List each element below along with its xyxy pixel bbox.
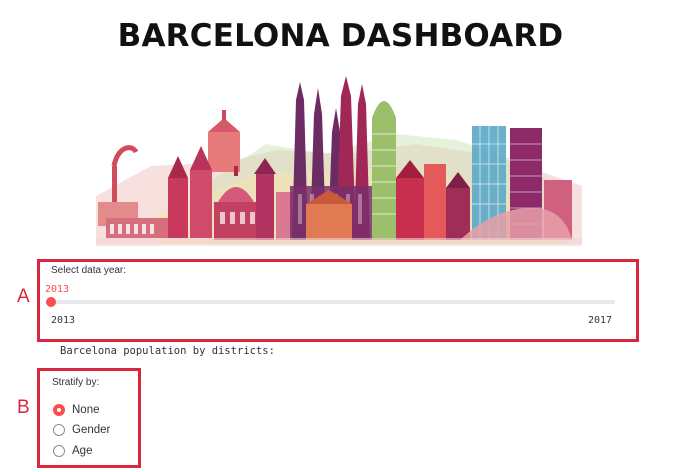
radio-option-label: Gender (72, 424, 111, 436)
slider-max-label: 2017 (588, 315, 613, 326)
page-title: BARCELONA DASHBOARD (117, 18, 564, 54)
barcelona-skyline-illustration (96, 76, 582, 246)
radio-option-label: None (72, 404, 100, 416)
stratify-label: Stratify by: (52, 377, 100, 388)
radio-button[interactable] (53, 404, 65, 416)
slider-min-label: 2013 (51, 315, 76, 326)
annotation-label-b: B (17, 397, 30, 418)
radio-button[interactable] (53, 445, 65, 457)
radio-option-label: Age (72, 445, 93, 457)
radio-option-age[interactable]: Age (53, 445, 92, 457)
population-heading: Barcelona population by districts: (60, 345, 275, 357)
year-slider[interactable] (46, 297, 615, 307)
radio-option-none[interactable]: None (53, 404, 100, 416)
radio-option-gender[interactable]: Gender (53, 424, 110, 436)
radio-button[interactable] (53, 424, 65, 436)
slider-current-value: 2013 (45, 284, 70, 295)
slider-label: Select data year: (51, 265, 127, 276)
annotation-label-a: A (17, 286, 30, 307)
slider-thumb[interactable] (46, 297, 56, 307)
